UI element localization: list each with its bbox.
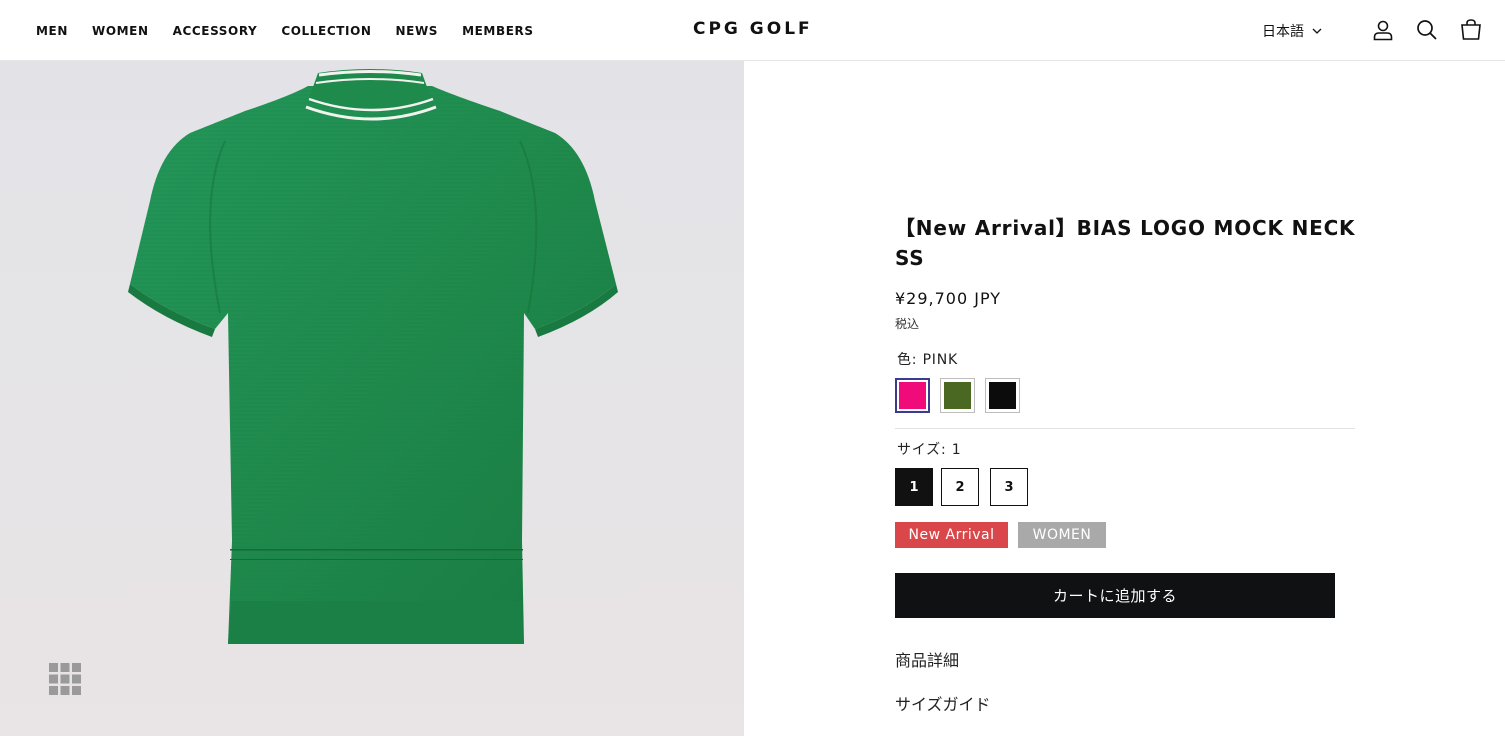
language-selector[interactable]: 日本語 (1262, 21, 1322, 41)
swatch-fill (989, 382, 1016, 409)
tag-women: WOMEN (1018, 522, 1106, 548)
add-to-cart-button[interactable]: カートに追加する (895, 573, 1335, 618)
nav-women[interactable]: WOMEN (92, 24, 149, 38)
nav-accessory[interactable]: ACCESSORY (173, 24, 258, 38)
shirt-illustration (128, 69, 618, 644)
account-icon[interactable] (1371, 18, 1395, 42)
size-option-1[interactable]: 1 (895, 468, 933, 506)
tax-note: 税込 (895, 317, 920, 331)
cart-icon[interactable] (1459, 18, 1483, 42)
grid-icon[interactable] (49, 663, 81, 695)
nav-members[interactable]: MEMBERS (462, 24, 534, 38)
language-label: 日本語 (1262, 24, 1304, 40)
size-option-3[interactable]: 3 (990, 468, 1028, 506)
tag-new-arrival: New Arrival (895, 522, 1008, 548)
product-price: ¥29,700 JPY (895, 289, 1002, 308)
size-label: サイズ: 1 (897, 442, 962, 458)
nav-collection[interactable]: COLLECTION (281, 24, 371, 38)
color-swatch-pink[interactable] (895, 378, 930, 413)
nav-news[interactable]: NEWS (396, 24, 439, 38)
main-nav: MEN WOMEN ACCESSORY COLLECTION NEWS MEMB… (36, 0, 558, 61)
swatch-fill (899, 382, 926, 409)
swatch-fill (944, 382, 971, 409)
site-logo[interactable]: CPG GOLF (693, 19, 813, 39)
product-title: 【New Arrival】BIAS LOGO MOCK NECK SS (895, 216, 1356, 270)
divider (895, 428, 1355, 429)
product-image[interactable] (0, 61, 744, 736)
site-header: MEN WOMEN ACCESSORY COLLECTION NEWS MEMB… (0, 0, 1505, 61)
nav-men[interactable]: MEN (36, 24, 68, 38)
color-swatch-black[interactable] (985, 378, 1020, 413)
color-swatch-olive[interactable] (940, 378, 975, 413)
chevron-down-icon (1312, 28, 1322, 34)
search-icon[interactable] (1415, 18, 1439, 42)
size-option-2[interactable]: 2 (941, 468, 979, 506)
product-details-link[interactable]: 商品詳細 (895, 647, 959, 671)
color-label: 色: PINK (897, 352, 958, 368)
size-guide-link[interactable]: サイズガイド (895, 691, 991, 715)
